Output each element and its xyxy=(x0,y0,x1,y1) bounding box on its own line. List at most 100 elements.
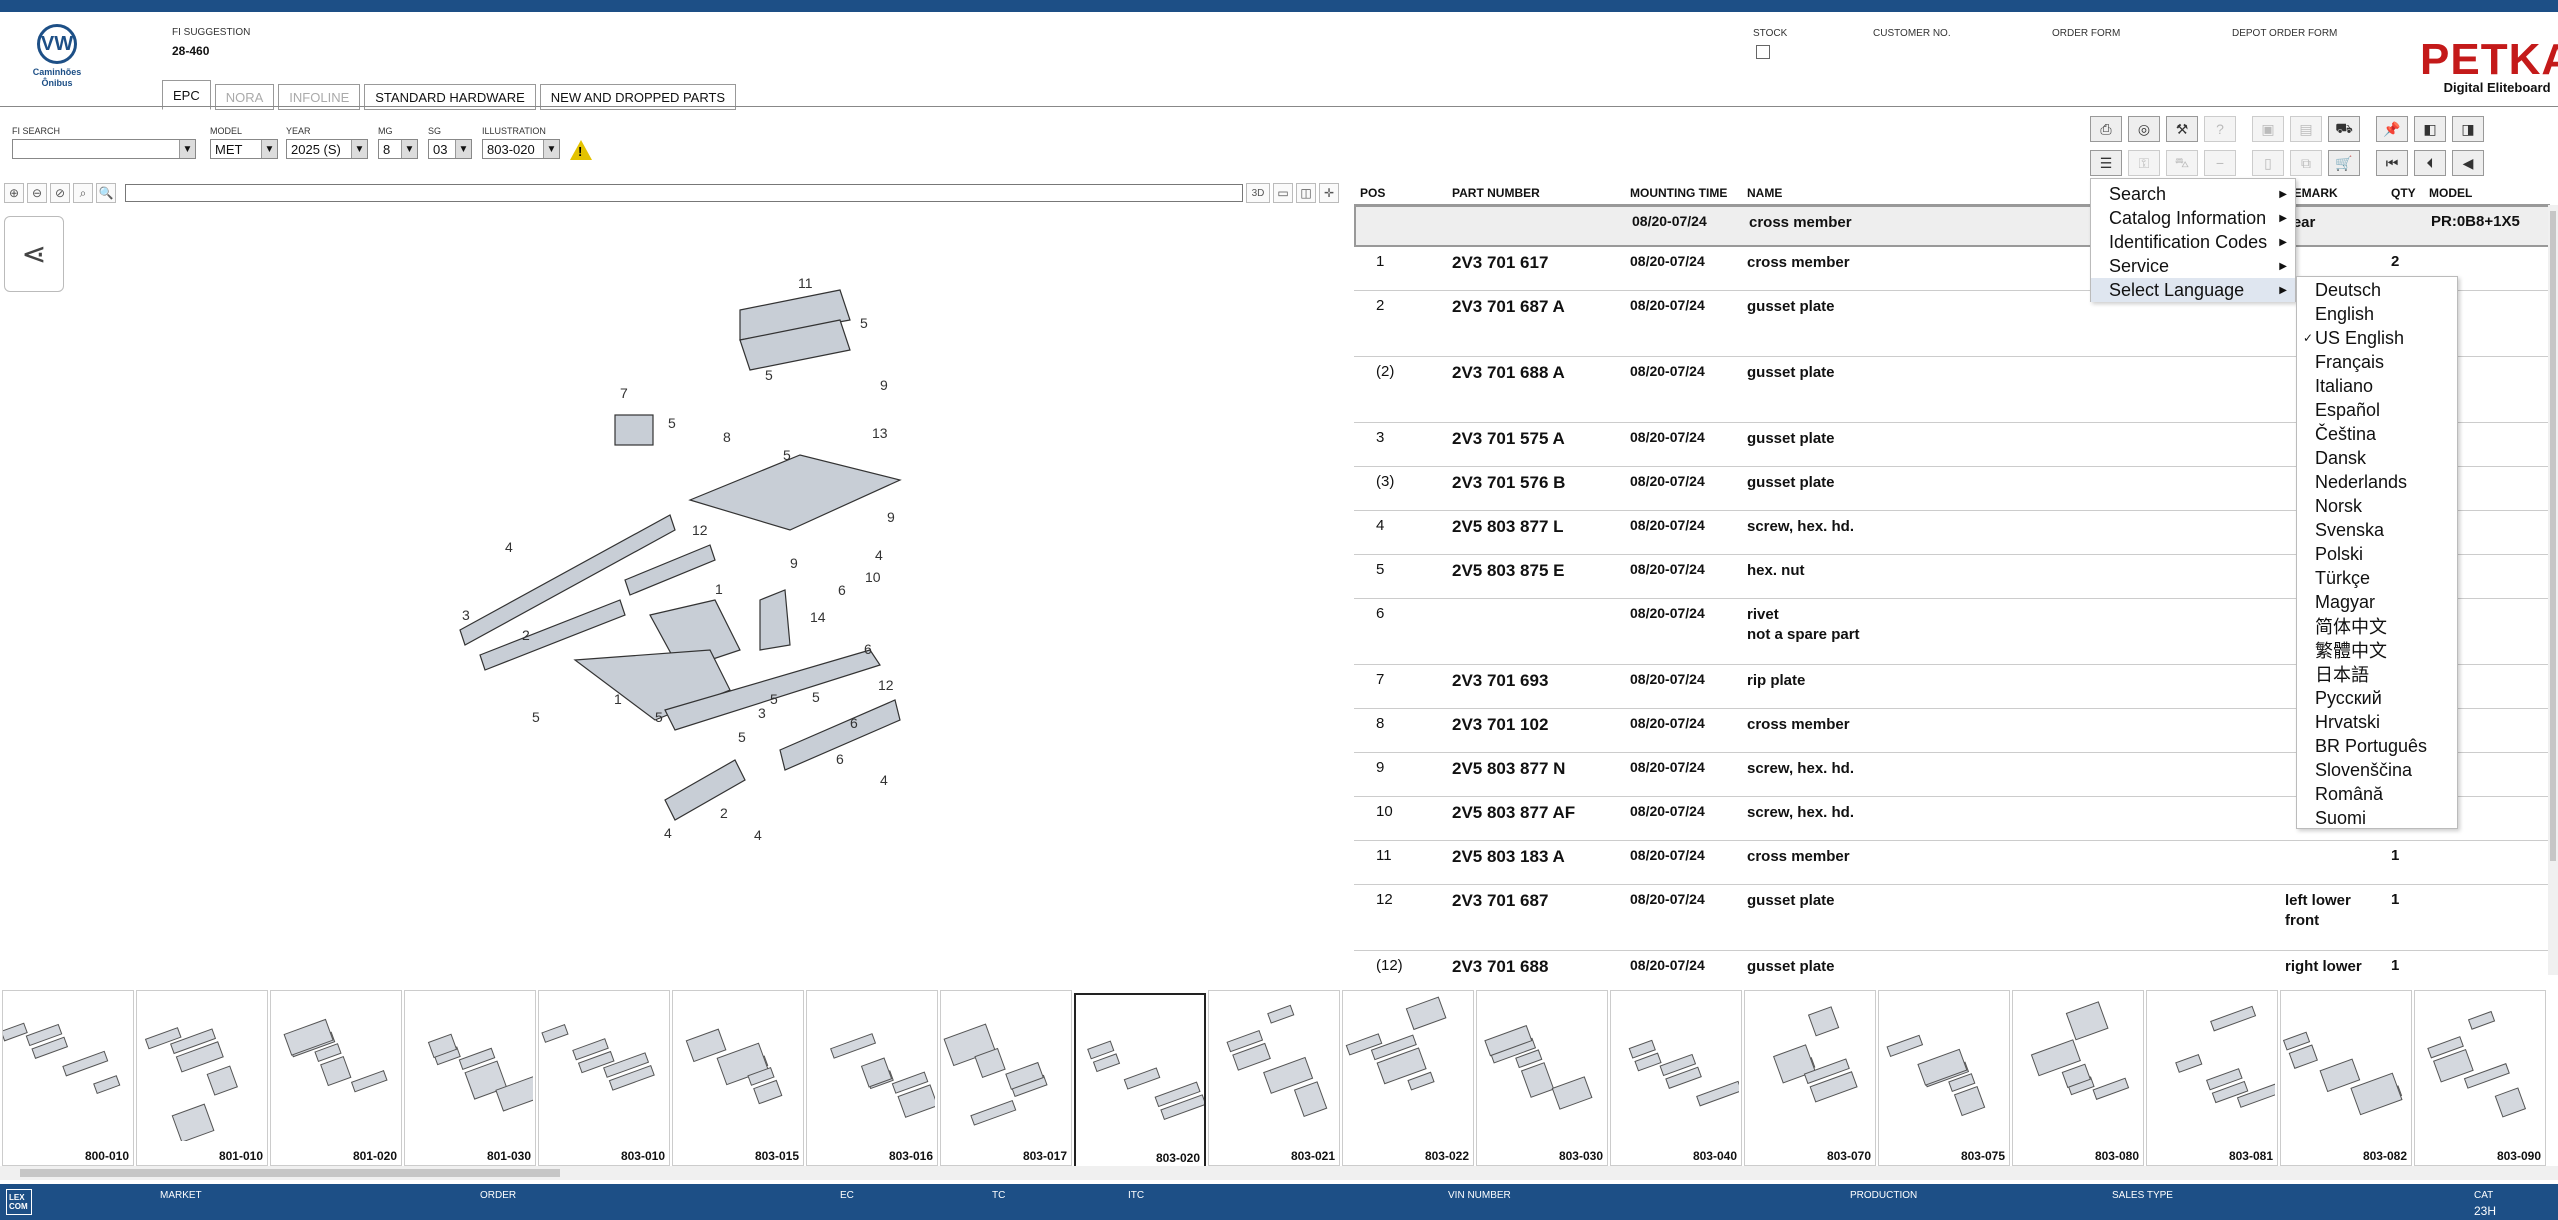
prev-page-icon[interactable]: ◧ xyxy=(2414,116,2446,142)
table-row[interactable]: 11 2V5 803 183 A 08/20-07/24 cross member 1 xyxy=(1354,841,2550,885)
illustration-thumbnail[interactable]: 803-016 xyxy=(806,990,938,1166)
language-item[interactable]: Italiano xyxy=(2297,374,2457,398)
illustration-thumbnail[interactable]: 803-082 xyxy=(2280,990,2412,1166)
illustration-thumbnail[interactable]: 803-081 xyxy=(2146,990,2278,1166)
col-model[interactable]: MODEL xyxy=(2429,186,2550,200)
parts-illustration[interactable]: 1155913 7585 91243 96104 11425 61255 15 3… xyxy=(440,270,940,870)
col-mounting-time[interactable]: MOUNTING TIME xyxy=(1630,186,1747,200)
pin-icon[interactable]: 📌 xyxy=(2376,116,2408,142)
fi-search-input[interactable]: ▼ xyxy=(12,139,196,159)
menu-item-select-language[interactable]: Select Language ▶ xyxy=(2091,278,2295,302)
next-page-icon[interactable]: ◨ xyxy=(2452,116,2484,142)
zoom-fit-icon[interactable]: ⊘ xyxy=(50,183,70,203)
table-row[interactable]: 12 2V3 701 687 08/20-07/24 gusset plate left… xyxy=(1354,885,2550,951)
copy-icon[interactable]: ⧉ xyxy=(2290,150,2322,176)
language-item[interactable]: Hrvatski xyxy=(2297,710,2457,734)
illustration-thumbnail[interactable]: 803-015 xyxy=(672,990,804,1166)
target-icon[interactable]: ◎ xyxy=(2128,116,2160,142)
scrollbar-thumb[interactable] xyxy=(20,1169,560,1177)
cart-add-icon[interactable]: ⛟ xyxy=(2328,116,2360,142)
move-icon[interactable]: ✛ xyxy=(1319,183,1339,203)
illustration-thumbnail[interactable]: 801-020 xyxy=(270,990,402,1166)
sg-select[interactable]: 03 ▼ xyxy=(428,139,472,159)
language-item[interactable]: Français xyxy=(2297,350,2457,374)
language-item[interactable]: 简体中文 xyxy=(2297,614,2457,638)
col-pos[interactable]: POS xyxy=(1354,186,1452,200)
chevron-down-icon[interactable]: ▼ xyxy=(179,140,195,158)
cart-icon[interactable]: 🛒 xyxy=(2328,150,2360,176)
prev-icon[interactable]: ⏴ xyxy=(2414,150,2446,176)
stock-checkbox[interactable] xyxy=(1756,45,1770,59)
print-icon[interactable]: ⎙ xyxy=(2090,116,2122,142)
menu-item-search[interactable]: Search ▶ xyxy=(2091,182,2295,206)
illustration-thumbnail[interactable]: 800-010 xyxy=(2,990,134,1166)
illustration-thumbnail[interactable]: 803-017 xyxy=(940,990,1072,1166)
menu-item-catalog-information[interactable]: Catalog Information ▶ xyxy=(2091,206,2295,230)
language-item[interactable]: Svenska xyxy=(2297,518,2457,542)
illustration-thumbnail[interactable]: 801-010 xyxy=(136,990,268,1166)
language-item[interactable]: Română xyxy=(2297,782,2457,806)
language-item[interactable]: Русский xyxy=(2297,686,2457,710)
split-icon[interactable]: ◫ xyxy=(1296,183,1316,203)
parts-vertical-scrollbar[interactable] xyxy=(2548,205,2558,975)
language-item[interactable]: Español xyxy=(2297,398,2457,422)
illustration-thumbnail[interactable]: 803-022 xyxy=(1342,990,1474,1166)
language-item[interactable]: Dansk xyxy=(2297,446,2457,470)
illustration-thumbnail[interactable]: 803-070 xyxy=(1744,990,1876,1166)
illustration-thumbnail[interactable]: 803-040 xyxy=(1610,990,1742,1166)
language-item[interactable]: Slovenščina xyxy=(2297,758,2457,782)
mg-select[interactable]: 8 ▼ xyxy=(378,139,418,159)
zoom-out-icon[interactable]: ⊖ xyxy=(27,183,47,203)
illustration-thumbnail[interactable]: 803-021 xyxy=(1208,990,1340,1166)
language-item[interactable]: 繁體中文 xyxy=(2297,638,2457,662)
fi-suggestion-value[interactable]: 28-460 xyxy=(172,44,250,58)
model-select[interactable]: MET ▼ xyxy=(210,139,278,159)
chevron-down-icon[interactable]: ▼ xyxy=(401,140,417,158)
language-item[interactable]: BR Português xyxy=(2297,734,2457,758)
first-page-icon[interactable]: ⏮ xyxy=(2376,150,2408,176)
illustration-thumbnail[interactable]: 801-030 xyxy=(404,990,536,1166)
col-qty[interactable]: QTY xyxy=(2391,186,2429,200)
language-item[interactable]: Deutsch xyxy=(2297,278,2457,302)
language-item[interactable]: Polski xyxy=(2297,542,2457,566)
zoom-in-icon[interactable]: ⊕ xyxy=(4,183,24,203)
language-item[interactable]: Türkçe xyxy=(2297,566,2457,590)
back-icon[interactable]: ◀ xyxy=(2452,150,2484,176)
table-row[interactable]: 08/20-07/24 cross member rear PR:0B8+1X5 xyxy=(1354,205,2550,247)
thumbnails-horizontal-scrollbar[interactable] xyxy=(0,1166,2558,1180)
order-icon[interactable]: ▣ xyxy=(2252,116,2284,142)
language-item[interactable]: 日本語 xyxy=(2297,662,2457,686)
share-icon[interactable]: ⋖ xyxy=(4,216,64,292)
menu-item-identification-codes[interactable]: Identification Codes ▶ xyxy=(2091,230,2295,254)
menu-item-service[interactable]: Service ▶ xyxy=(2091,254,2295,278)
chevron-down-icon[interactable]: ▼ xyxy=(351,140,367,158)
illustration-thumbnail[interactable]: 803-030 xyxy=(1476,990,1608,1166)
minus-icon[interactable]: − xyxy=(2204,150,2236,176)
chevron-down-icon[interactable]: ▼ xyxy=(543,140,559,158)
document-icon[interactable]: ▯ xyxy=(2252,150,2284,176)
col-part-number[interactable]: PART NUMBER xyxy=(1452,186,1630,200)
layout-icon[interactable]: ▭ xyxy=(1273,183,1293,203)
wrench-icon[interactable]: ⚒ xyxy=(2166,116,2198,142)
year-select[interactable]: 2025 (S) ▼ xyxy=(286,139,368,159)
language-item[interactable]: Norsk xyxy=(2297,494,2457,518)
illustration-thumbnail[interactable]: 803-020 xyxy=(1074,993,1206,1169)
help-icon[interactable]: ? xyxy=(2204,116,2236,142)
language-item[interactable]: Magyar xyxy=(2297,590,2457,614)
zoom-slider[interactable] xyxy=(125,184,1243,202)
warning-icon[interactable]: ! xyxy=(570,140,592,160)
language-item[interactable]: Suomi xyxy=(2297,806,2457,830)
btn-3d[interactable]: 3D xyxy=(1246,183,1270,203)
illustration-thumbnail[interactable]: 803-080 xyxy=(2012,990,2144,1166)
illustration-thumbnail[interactable]: 803-090 xyxy=(2414,990,2546,1166)
scrollbar-thumb[interactable] xyxy=(2550,211,2556,861)
chevron-down-icon[interactable]: ▼ xyxy=(455,140,471,158)
zoom-reset-icon[interactable]: ⌕ xyxy=(73,183,93,203)
search-icon[interactable]: 🔍 xyxy=(96,183,116,203)
illustration-select[interactable]: 803-020 ▼ xyxy=(482,139,560,159)
language-item[interactable]: Nederlands xyxy=(2297,470,2457,494)
illustration-thumbnail[interactable]: 803-075 xyxy=(1878,990,2010,1166)
col-remark[interactable]: REMARK xyxy=(2285,183,2391,203)
language-item[interactable]: ✓ US English xyxy=(2297,326,2457,350)
illustration-thumbnail[interactable]: 803-010 xyxy=(538,990,670,1166)
